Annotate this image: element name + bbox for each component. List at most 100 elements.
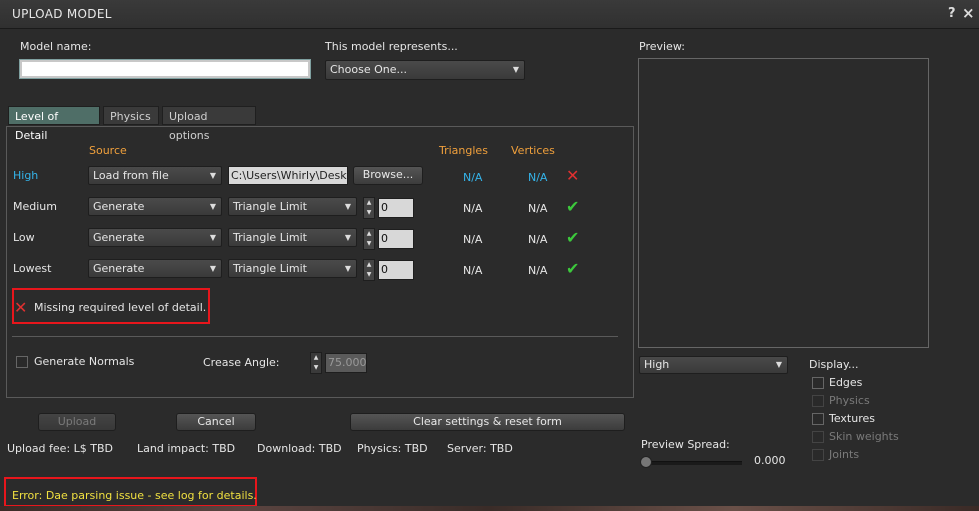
vertices-value-medium: N/A xyxy=(528,202,548,215)
vertices-value-lowest: N/A xyxy=(528,264,548,277)
preview-viewport[interactable] xyxy=(638,58,929,348)
represents-label: This model represents... xyxy=(325,40,458,53)
skin-weights-label: Skin weights xyxy=(829,430,899,443)
chevron-down-icon: ▼ xyxy=(512,65,519,74)
lod-row-label-medium: Medium xyxy=(13,200,57,213)
error-x-icon: ✕ xyxy=(14,298,28,317)
browse-button[interactable]: Browse... xyxy=(353,166,423,185)
chevron-down-icon: ▼ xyxy=(775,360,782,369)
method-dropdown-medium[interactable]: Triangle Limit ▼ xyxy=(228,197,357,216)
lod-row-label-high: High xyxy=(13,169,39,182)
chevron-up-icon: ▲ xyxy=(313,354,319,361)
preview-spread-track[interactable] xyxy=(644,461,742,465)
vertices-value-low: N/A xyxy=(528,233,548,246)
source-dropdown-high[interactable]: Load from file ▼ xyxy=(88,166,222,185)
vertices-value-high: N/A xyxy=(528,171,548,184)
check-icon: ✔ xyxy=(566,197,580,216)
background-strip xyxy=(0,506,979,511)
model-name-input[interactable] xyxy=(20,60,310,78)
physics-checkbox xyxy=(812,395,824,407)
chevron-up-icon[interactable]: ▲ xyxy=(364,260,374,270)
window-title: UPLOAD MODEL xyxy=(12,7,112,21)
model-name-label: Model name: xyxy=(20,40,92,53)
method-value: Triangle Limit xyxy=(233,262,307,275)
title-bar: UPLOAD MODEL ? × xyxy=(0,0,979,29)
download-text: Download: TBD xyxy=(257,442,342,455)
display-label: Display... xyxy=(809,358,859,371)
help-icon[interactable]: ? xyxy=(948,6,956,21)
crease-angle-spinner: ▲ ▼ xyxy=(310,352,322,374)
missing-lod-message: Missing required level of detail. xyxy=(34,301,207,314)
error-box: Error: Dae parsing issue - see log for d… xyxy=(4,477,257,507)
edges-checkbox[interactable] xyxy=(812,377,824,389)
physics-label: Physics xyxy=(829,394,870,407)
error-message: Error: Dae parsing issue - see log for d… xyxy=(12,489,257,502)
upload-fee-text: Upload fee: L$ TBD xyxy=(7,442,114,455)
edges-label: Edges xyxy=(829,376,863,389)
close-icon[interactable]: × xyxy=(962,4,975,22)
chevron-down-icon: ▼ xyxy=(344,264,351,273)
joints-checkbox xyxy=(812,449,824,461)
preview-lod-dropdown[interactable]: High ▼ xyxy=(639,356,788,374)
chevron-up-icon[interactable]: ▲ xyxy=(364,229,374,239)
generate-normals-label: Generate Normals xyxy=(34,355,135,368)
chevron-down-icon: ▼ xyxy=(209,202,216,211)
joints-label: Joints xyxy=(829,448,860,461)
source-dropdown-medium[interactable]: Generate ▼ xyxy=(88,197,222,216)
crease-angle-label: Crease Angle: xyxy=(203,356,280,369)
chevron-down-icon: ▼ xyxy=(209,171,216,180)
limit-input-lowest[interactable]: 0 xyxy=(378,260,414,280)
server-cost-text: Server: TBD xyxy=(447,442,513,455)
limit-input-low[interactable]: 0 xyxy=(378,229,414,249)
source-dropdown-low[interactable]: Generate ▼ xyxy=(88,228,222,247)
file-path-field[interactable]: C:\Users\Whirly\Deskto xyxy=(228,166,348,185)
chevron-down-icon: ▼ xyxy=(344,202,351,211)
error-x-icon: ✕ xyxy=(566,166,580,185)
source-dropdown-lowest[interactable]: Generate ▼ xyxy=(88,259,222,278)
textures-label: Textures xyxy=(829,412,875,425)
chevron-down-icon[interactable]: ▼ xyxy=(364,239,374,249)
physics-cost-text: Physics: TBD xyxy=(357,442,428,455)
tab-level-of-detail[interactable]: Level of Detail xyxy=(8,106,100,142)
clear-settings-button[interactable]: Clear settings & reset form xyxy=(350,413,625,431)
preview-spread-handle[interactable] xyxy=(640,456,652,468)
missing-lod-box: ✕ Missing required level of detail. xyxy=(12,288,210,324)
check-icon: ✔ xyxy=(566,259,580,278)
source-value: Generate xyxy=(93,262,145,275)
lod-row-label-lowest: Lowest xyxy=(13,262,52,275)
method-dropdown-lowest[interactable]: Triangle Limit ▼ xyxy=(228,259,357,278)
represents-dropdown[interactable]: Choose One... ▼ xyxy=(325,60,525,80)
method-value: Triangle Limit xyxy=(233,200,307,213)
spinner-lowest[interactable]: ▲ ▼ xyxy=(363,259,375,281)
tab-physics[interactable]: Physics xyxy=(103,106,159,125)
chevron-down-icon[interactable]: ▼ xyxy=(364,208,374,218)
land-impact-text: Land impact: TBD xyxy=(137,442,236,455)
vertices-header: Vertices xyxy=(511,144,555,157)
limit-input-medium[interactable]: 0 xyxy=(378,198,414,218)
cancel-button[interactable]: Cancel xyxy=(176,413,256,431)
source-value: Generate xyxy=(93,200,145,213)
triangles-header: Triangles xyxy=(439,144,488,157)
represents-value: Choose One... xyxy=(330,63,407,76)
spinner-medium[interactable]: ▲ ▼ xyxy=(363,197,375,219)
spinner-low[interactable]: ▲ ▼ xyxy=(363,228,375,250)
tab-upload-options[interactable]: Upload options xyxy=(162,106,256,142)
method-dropdown-low[interactable]: Triangle Limit ▼ xyxy=(228,228,357,247)
upload-button: Upload xyxy=(38,413,116,431)
preview-spread-value: 0.000 xyxy=(754,454,786,467)
triangles-value-medium: N/A xyxy=(463,202,483,215)
textures-checkbox[interactable] xyxy=(812,413,824,425)
chevron-down-icon: ▼ xyxy=(209,264,216,273)
source-value: Generate xyxy=(93,231,145,244)
triangles-value-low: N/A xyxy=(463,233,483,246)
chevron-down-icon[interactable]: ▼ xyxy=(364,270,374,280)
generate-normals-checkbox[interactable] xyxy=(16,356,28,368)
chevron-down-icon: ▼ xyxy=(313,364,319,371)
preview-lod-value: High xyxy=(644,358,670,371)
lod-row-label-low: Low xyxy=(13,231,35,244)
divider xyxy=(12,336,618,337)
chevron-up-icon[interactable]: ▲ xyxy=(364,198,374,208)
check-icon: ✔ xyxy=(566,228,580,247)
chevron-down-icon: ▼ xyxy=(344,233,351,242)
triangles-value-lowest: N/A xyxy=(463,264,483,277)
